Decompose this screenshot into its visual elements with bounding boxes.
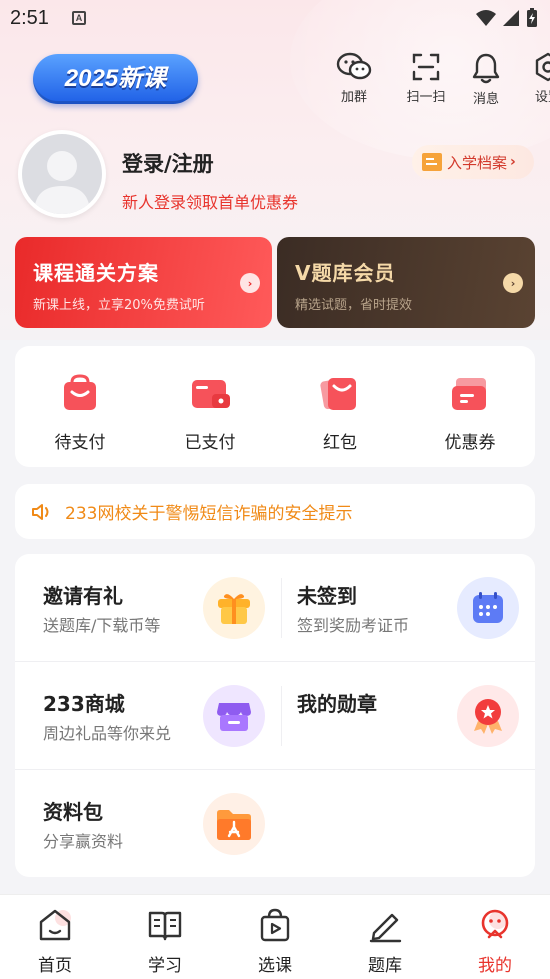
coupon-icon: [450, 374, 490, 414]
red-packet-button[interactable]: 红包: [275, 346, 405, 467]
arrow-right-icon: ›: [240, 273, 260, 293]
tab-question-bank-label: 题库: [368, 956, 402, 976]
pending-payment-button[interactable]: 待支付: [15, 346, 145, 467]
pencil-icon: [369, 913, 402, 943]
check-in-subtitle: 签到奖励考证币: [297, 616, 410, 635]
check-in-title: 未签到: [297, 584, 357, 608]
shop-icon: [203, 685, 265, 747]
scan-label: 扫一扫: [406, 90, 446, 105]
join-group-button[interactable]: 加群: [328, 52, 380, 105]
vip-subtitle: 精选试题，省时提效: [295, 298, 413, 313]
orders-panel: 待支付 已支付 红包 优惠券: [15, 346, 535, 467]
archive-icon: [422, 153, 442, 171]
settings-button[interactable]: 设置: [522, 52, 550, 105]
my-medals-title: 我的勋章: [297, 692, 377, 716]
folder-pdf-icon: [203, 793, 265, 855]
messages-label: 消息: [472, 92, 499, 107]
medal-icon: [457, 685, 519, 747]
join-group-label: 加群: [340, 90, 367, 105]
gift-icon: [203, 577, 265, 639]
tab-home[interactable]: 首页: [0, 895, 110, 979]
coupon-button[interactable]: 优惠券: [405, 346, 535, 467]
invite-reward-item[interactable]: 邀请有礼 送题库/下载币等: [15, 554, 281, 662]
tab-courses[interactable]: 选课: [220, 895, 330, 979]
features-panel: 邀请有礼 送题库/下载币等 未签到 签到奖励考证币 233商城 周边礼品等你来兑: [15, 554, 535, 877]
course-bag-icon: [260, 908, 290, 942]
avatar[interactable]: [18, 130, 106, 218]
header-tools: 加群 扫一扫 消息 设置: [290, 52, 550, 116]
new-course-2025-badge[interactable]: 2025新课: [33, 54, 198, 104]
status-bar: 2:51 A: [0, 0, 550, 36]
new-user-coupon-text[interactable]: 新人登录领取首单优惠券: [122, 189, 298, 213]
enrollment-archive-label: 入学档案: [447, 153, 508, 172]
battery-icon: [527, 8, 537, 27]
enrollment-archive-button[interactable]: 入学档案 ›: [412, 145, 534, 179]
pending-payment-label: 待支付: [54, 433, 106, 453]
my-medals-item[interactable]: 我的勋章: [269, 662, 535, 770]
security-notice-bar[interactable]: 233网校关于警惕短信诈骗的安全提示: [15, 484, 535, 539]
status-time: 2:51: [10, 7, 49, 29]
calendar-icon: [457, 577, 519, 639]
default-avatar-icon: [34, 151, 90, 214]
scan-icon: [412, 53, 440, 81]
mall-title: 233商城: [43, 692, 125, 716]
pending-payment-icon: [60, 374, 100, 414]
resource-pack-title: 资料包: [43, 800, 103, 824]
login-register-link[interactable]: 登录/注册: [122, 148, 214, 178]
vip-title: V题库会员: [295, 261, 396, 285]
resource-pack-item[interactable]: 资料包 分享赢资料: [15, 770, 281, 878]
bell-icon: [472, 53, 500, 84]
settings-icon: [535, 52, 550, 82]
red-packet-label: 红包: [323, 433, 357, 453]
speaker-icon: [32, 503, 49, 520]
course-plan-subtitle: 新课上线，立享20%免费试听: [33, 298, 205, 313]
scan-button[interactable]: 扫一扫: [400, 52, 452, 105]
invite-reward-subtitle: 送题库/下载币等: [43, 616, 161, 635]
notification-icon: A: [72, 11, 86, 25]
chevron-right-icon: ›: [510, 154, 516, 170]
mall-item[interactable]: 233商城 周边礼品等你来兑: [15, 662, 281, 770]
tab-home-label: 首页: [38, 956, 72, 976]
vip-question-bank-card[interactable]: V题库会员 精选试题，省时提效 ›: [277, 237, 535, 328]
wechat-group-icon: [336, 52, 372, 80]
signal-icon: [503, 10, 519, 26]
red-packet-icon: [320, 374, 360, 414]
wifi-icon: [476, 10, 496, 26]
bottom-tab-bar: 首页 学习 选课 题库 我的: [0, 894, 550, 979]
check-in-item[interactable]: 未签到 签到奖励考证币: [269, 554, 535, 662]
status-icons: [476, 8, 538, 28]
mall-subtitle: 周边礼品等你来兑: [43, 724, 172, 743]
course-plan-title: 课程通关方案: [33, 261, 159, 285]
course-plan-card[interactable]: 课程通关方案 新课上线，立享20%免费试听 ›: [15, 237, 272, 328]
tab-study-label: 学习: [148, 956, 182, 976]
tab-question-bank[interactable]: 题库: [330, 895, 440, 979]
messages-button[interactable]: 消息: [460, 52, 512, 107]
resource-pack-subtitle: 分享赢资料: [43, 832, 124, 851]
notice-text: 233网校关于警惕短信诈骗的安全提示: [65, 504, 353, 524]
paid-button[interactable]: 已支付: [145, 346, 275, 467]
tab-my-label: 我的: [478, 956, 512, 976]
tab-courses-label: 选课: [258, 956, 292, 976]
tab-my[interactable]: 我的: [440, 895, 550, 979]
book-icon: [148, 911, 182, 941]
invite-reward-title: 邀请有礼: [43, 584, 123, 608]
tab-study[interactable]: 学习: [110, 895, 220, 979]
settings-label: 设置: [534, 90, 550, 105]
home-icon: [39, 909, 71, 941]
coupon-label: 优惠券: [444, 433, 496, 453]
paid-label: 已支付: [184, 433, 236, 453]
arrow-right-icon: ›: [503, 273, 523, 293]
my-icon: [481, 909, 509, 939]
paid-icon: [190, 374, 230, 414]
